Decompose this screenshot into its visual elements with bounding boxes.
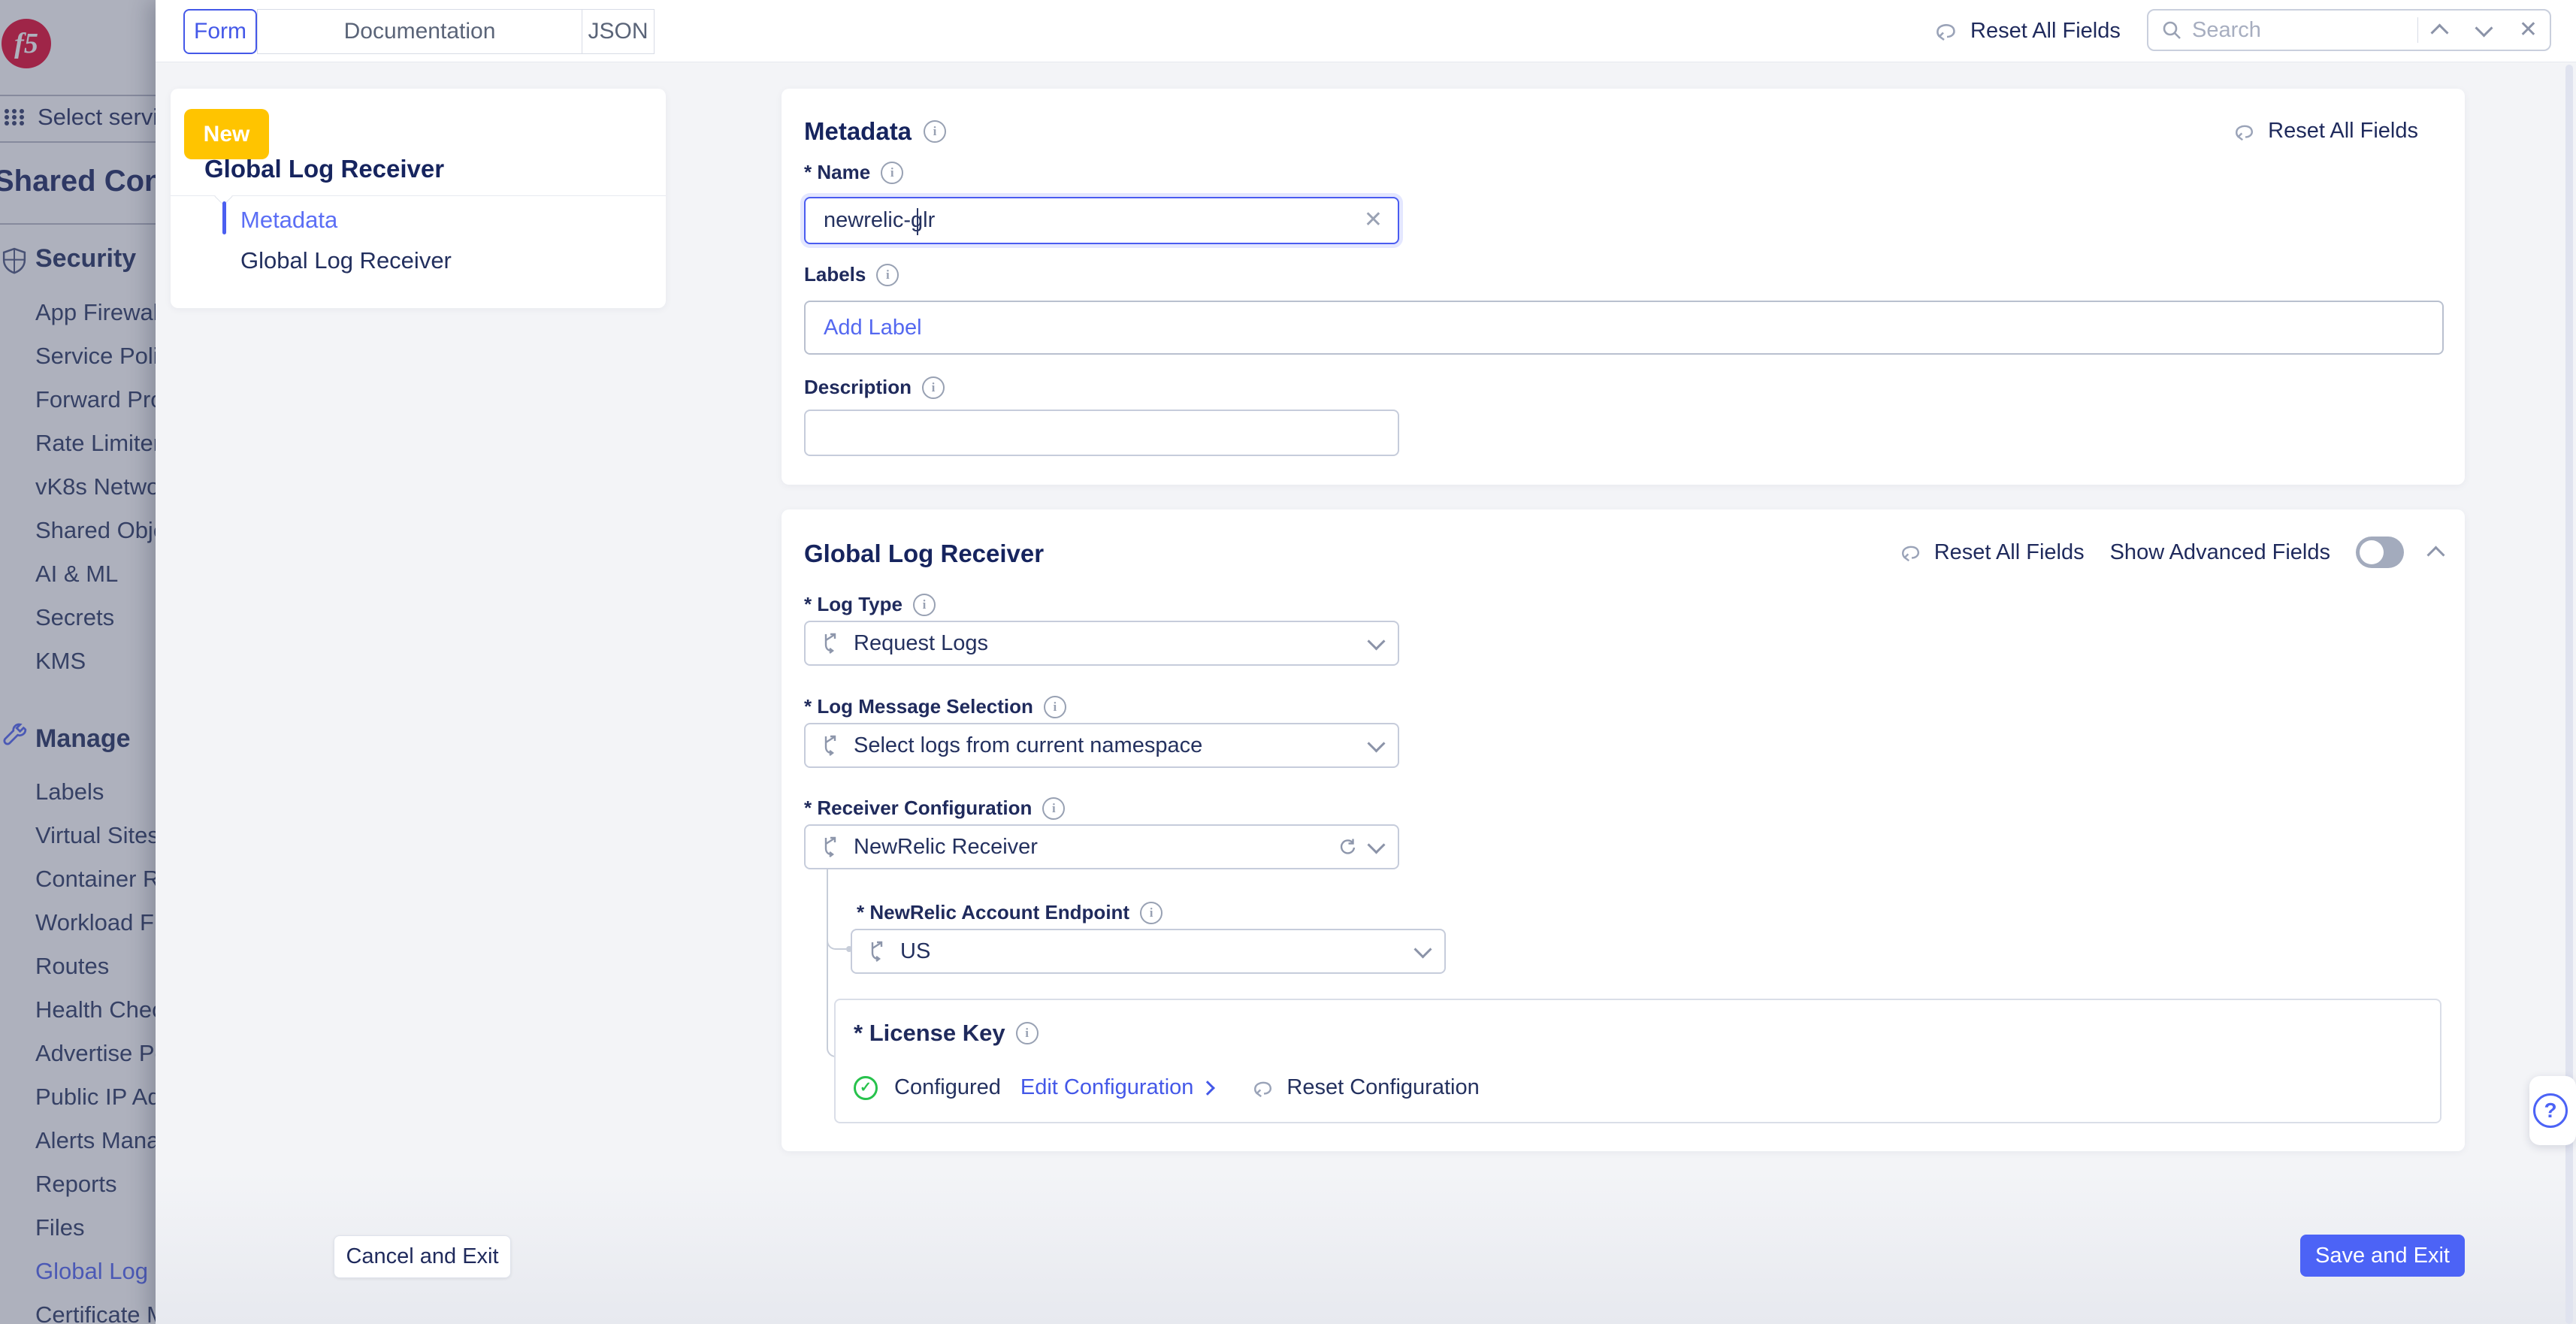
app-window: f5 Select servic Shared Config xyxy=(0,0,2576,1324)
log-message-selection-value: Select logs from current namespace xyxy=(854,733,1203,757)
reset-all-fields-label: Reset All Fields xyxy=(1970,18,2121,43)
log-type-value: Request Logs xyxy=(854,630,988,655)
card-reset-all-fields-button[interactable]: Reset All Fields xyxy=(1900,540,2085,565)
name-field-label: Name xyxy=(817,161,871,183)
info-icon[interactable] xyxy=(922,376,945,399)
search-placeholder: Search xyxy=(2192,17,2261,42)
form-nav-title: Global Log Receiver xyxy=(204,155,445,183)
metadata-card: Metadata Reset All Fields * Name newreli… xyxy=(782,89,2465,485)
check-circle-icon xyxy=(854,1075,878,1100)
info-icon[interactable] xyxy=(876,263,899,286)
license-key-status: Configured xyxy=(894,1075,1001,1099)
nav-item-metadata[interactable]: Metadata xyxy=(240,207,337,234)
footer-bar xyxy=(156,1172,2576,1324)
undo-icon xyxy=(2233,121,2257,142)
newrelic-account-endpoint-label: NewRelic Account Endpoint xyxy=(869,901,1130,923)
info-icon[interactable] xyxy=(1015,1022,1039,1044)
divider xyxy=(171,195,666,196)
undo-icon xyxy=(1934,20,1960,42)
receiver-configuration-value: NewRelic Receiver xyxy=(854,834,1038,859)
clear-input-icon[interactable]: ✕ xyxy=(1364,209,1383,231)
advanced-fields-toggle[interactable] xyxy=(2356,537,2404,568)
selector-icon xyxy=(821,631,842,655)
info-icon[interactable] xyxy=(912,593,936,616)
log-type-label: Log Type xyxy=(817,593,903,615)
nav-item-global-log-receiver[interactable]: Global Log Receiver xyxy=(240,247,452,274)
card-reset-all-fields-button[interactable]: Reset All Fields xyxy=(2233,119,2418,144)
info-icon[interactable] xyxy=(1043,695,1066,718)
info-icon[interactable] xyxy=(924,120,947,143)
license-key-box: * License Key Configured Edit Configurat… xyxy=(834,999,2441,1123)
description-field-label: Description xyxy=(804,376,912,398)
reset-all-fields-label: Reset All Fields xyxy=(2268,119,2418,143)
newrelic-account-endpoint-value: US xyxy=(900,939,931,963)
undo-icon xyxy=(1900,542,1924,563)
log-type-select[interactable]: Request Logs xyxy=(804,621,1399,666)
license-key-label: License Key xyxy=(869,1020,1005,1046)
help-button[interactable] xyxy=(2529,1076,2576,1145)
labels-input[interactable]: Add Label xyxy=(804,301,2444,355)
search-input[interactable]: Search ✕ xyxy=(2147,9,2551,51)
chevron-down-icon xyxy=(1367,733,1386,753)
left-sidebar: f5 Select servic Shared Config xyxy=(0,0,156,1324)
add-label-button[interactable]: Add Label xyxy=(824,316,922,340)
active-section-indicator xyxy=(222,201,226,234)
search-icon xyxy=(2160,19,2183,41)
selector-icon xyxy=(867,939,888,963)
chevron-right-icon xyxy=(1200,1080,1216,1096)
required-marker: * xyxy=(857,901,865,923)
tab-json[interactable]: JSON xyxy=(582,9,655,54)
receiver-configuration-label: Receiver Configuration xyxy=(817,797,1033,819)
info-icon[interactable] xyxy=(1140,901,1163,924)
chevron-up-icon[interactable] xyxy=(2430,23,2449,42)
slideover-panel: Form Documentation JSON Reset All Fields xyxy=(156,0,2576,1324)
divider xyxy=(2417,17,2418,43)
global-log-receiver-card: Global Log Receiver Reset All Fields Sho… xyxy=(782,509,2465,1151)
tab-form[interactable]: Form xyxy=(183,9,257,54)
required-marker: * xyxy=(804,695,812,718)
chevron-down-icon[interactable] xyxy=(2475,18,2493,38)
required-marker: * xyxy=(804,161,812,183)
log-message-selection-label: Log Message Selection xyxy=(817,695,1033,718)
refresh-icon[interactable] xyxy=(1337,836,1358,857)
info-icon[interactable] xyxy=(1042,797,1066,820)
chevron-down-icon xyxy=(1413,939,1432,959)
required-marker: * xyxy=(854,1020,863,1046)
reset-all-fields-button[interactable]: Reset All Fields xyxy=(1934,0,2121,62)
save-and-exit-button[interactable]: Save and Exit xyxy=(2300,1235,2465,1277)
toggle-knob xyxy=(2360,540,2384,564)
log-message-selection-select[interactable]: Select logs from current namespace xyxy=(804,723,1399,768)
reset-all-fields-label: Reset All Fields xyxy=(1934,540,2085,564)
new-badge: New xyxy=(184,109,269,159)
chevron-down-icon xyxy=(1367,631,1386,651)
show-advanced-fields-label: Show Advanced Fields xyxy=(2109,540,2330,564)
collapse-card-icon[interactable] xyxy=(2426,545,2445,564)
glr-card-title: Global Log Receiver xyxy=(804,540,1045,567)
selector-icon xyxy=(821,835,842,859)
name-value: newrelic-glr xyxy=(824,208,936,232)
reset-configuration-button[interactable]: Reset Configuration xyxy=(1286,1075,1479,1100)
chevron-down-icon xyxy=(1367,835,1386,854)
close-icon[interactable]: ✕ xyxy=(2519,19,2538,41)
panel-header: Form Documentation JSON Reset All Fields xyxy=(156,0,2576,62)
cancel-and-exit-button[interactable]: Cancel and Exit xyxy=(334,1235,511,1278)
form-nav-card: New Global Log Receiver Metadata Global … xyxy=(171,89,666,308)
selector-icon xyxy=(821,733,842,757)
newrelic-account-endpoint-select[interactable]: US xyxy=(851,929,1446,974)
labels-field-label: Labels xyxy=(804,263,866,286)
receiver-configuration-select[interactable]: NewRelic Receiver xyxy=(804,824,1399,869)
required-marker: * xyxy=(804,797,812,819)
modal-dim-overlay xyxy=(0,0,156,1324)
required-marker: * xyxy=(804,593,812,615)
text-caret xyxy=(917,208,918,235)
info-icon[interactable] xyxy=(881,161,904,184)
edit-configuration-label: Edit Configuration xyxy=(1020,1075,1194,1099)
help-icon xyxy=(2533,1093,2568,1128)
description-input[interactable] xyxy=(804,410,1399,456)
name-input[interactable]: newrelic-glr ✕ xyxy=(804,197,1399,244)
undo-icon xyxy=(1252,1078,1276,1099)
tab-documentation[interactable]: Documentation xyxy=(257,9,582,54)
edit-configuration-link[interactable]: Edit Configuration xyxy=(1020,1075,1216,1100)
metadata-card-title: Metadata xyxy=(804,117,912,145)
